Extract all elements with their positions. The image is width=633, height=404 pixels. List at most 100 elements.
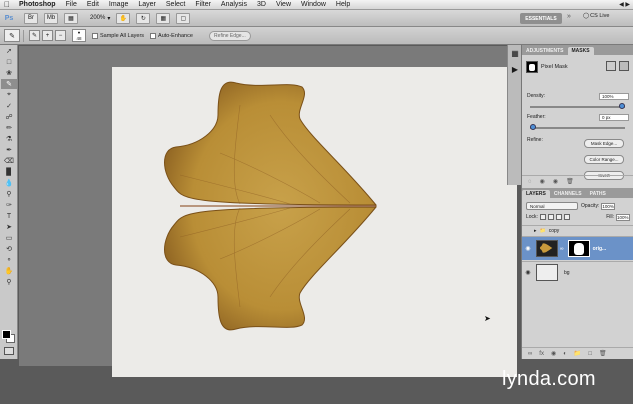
menu-layer[interactable]: Layer (133, 0, 161, 10)
gradient-tool-icon[interactable]: ▉ (1, 167, 17, 177)
color-range-button[interactable]: Color Range... (584, 155, 624, 164)
apple-icon[interactable]:  (0, 0, 14, 10)
sample-all-layers-checkbox[interactable]: Sample All Layers (92, 32, 144, 39)
bridge-button[interactable]: Br (24, 12, 38, 24)
density-slider[interactable] (530, 103, 625, 109)
chain-link-icon[interactable]: ∞ (560, 246, 564, 252)
trash-icon[interactable]: 🗑 (566, 178, 574, 185)
add-mask-icon[interactable]: ◉ (551, 350, 556, 357)
type-tool-icon[interactable]: T (1, 211, 17, 221)
load-selection-icon[interactable]: ◌ (528, 179, 532, 185)
eyedropper-tool-icon[interactable]: ✓ (1, 101, 17, 111)
menu-analysis[interactable]: Analysis (216, 0, 252, 10)
density-field[interactable]: 100% (599, 92, 629, 100)
subtract-from-selection-mode-button[interactable]: − (55, 30, 66, 41)
apply-mask-icon[interactable]: ◉ (540, 178, 545, 185)
brush-picker[interactable]: ● 48 (72, 29, 86, 42)
quick-mask-icon[interactable] (4, 347, 14, 355)
eye-icon[interactable]: ◉ (522, 269, 534, 276)
zoom-level-select[interactable]: 200% ▾ (90, 15, 110, 22)
hand-tool-icon[interactable]: ✋ (1, 266, 17, 276)
brush-tool-icon[interactable]: ✏ (1, 123, 17, 133)
history-brush-tool-icon[interactable]: ✒ (1, 145, 17, 155)
3d-orbit-tool-icon[interactable]: ⚬ (1, 255, 17, 265)
eraser-tool-icon[interactable]: ⌫ (1, 156, 17, 166)
eye-icon[interactable]: ◉ (522, 245, 534, 252)
menu-image[interactable]: Image (104, 0, 133, 10)
select-pixel-mask-button[interactable] (606, 61, 616, 71)
history-panel-icon[interactable]: ▦ (509, 49, 521, 61)
trash-icon[interactable]: 🗑 (599, 350, 607, 357)
divider (23, 29, 24, 42)
layer-mask-thumbnail[interactable] (567, 240, 590, 257)
blur-tool-icon[interactable]: 💧 (1, 178, 17, 188)
density-slider-knob[interactable] (619, 103, 625, 109)
actions-panel-icon[interactable]: ▶ (509, 65, 521, 77)
blend-mode-select[interactable]: Normal (526, 202, 578, 210)
arrange-documents-button[interactable]: ▦ (156, 12, 171, 24)
disclosure-triangle-icon[interactable]: ▸ (534, 228, 537, 234)
tab-layers[interactable]: LAYERS (522, 190, 550, 198)
refine-edge-button[interactable]: Refine Edge... (208, 30, 251, 41)
clone-stamp-tool-icon[interactable]: ⚗ (1, 134, 17, 144)
zoom-tool-icon[interactable]: ⚲ (1, 277, 17, 287)
feather-slider[interactable] (530, 124, 625, 130)
menu-filter[interactable]: Filter (190, 0, 216, 10)
path-selection-tool-icon[interactable]: ➤ (1, 222, 17, 232)
link-layers-icon[interactable]: ∞ (528, 351, 532, 357)
minibridge-button[interactable]: Mb (44, 12, 58, 24)
menu-app-name[interactable]: Photoshop (14, 0, 61, 10)
feather-field[interactable]: 0 px (599, 113, 629, 121)
quick-selection-tool-icon[interactable]: ✎ (1, 79, 17, 89)
lock-position-icon[interactable] (555, 214, 562, 220)
pen-tool-icon[interactable]: ✑ (1, 200, 17, 210)
menu-view[interactable]: View (271, 0, 296, 10)
lasso-tool-icon[interactable]: ❀ (1, 68, 17, 78)
select-vector-mask-button[interactable] (619, 61, 629, 71)
fill-field[interactable]: 100% (616, 213, 630, 221)
rotate-view-button[interactable]: ↻ (136, 12, 151, 24)
adjustment-layer-icon[interactable]: ◐ (563, 351, 567, 357)
lock-all-icon[interactable] (563, 214, 570, 220)
layer-group-copy[interactable]: ▸ 📁 copy (522, 225, 633, 235)
lock-image-icon[interactable] (547, 214, 554, 220)
move-tool-icon[interactable]: ➚ (1, 46, 17, 56)
layer-bg[interactable]: ◉ bg (522, 261, 633, 283)
more-workspaces-icon[interactable]: » (567, 13, 571, 20)
layer-original[interactable]: ◉ ∞ orig... (522, 236, 633, 260)
3d-rotate-tool-icon[interactable]: ⟲ (1, 244, 17, 254)
new-group-icon[interactable]: 📁 (574, 350, 581, 357)
tab-adjustments[interactable]: ADJUSTMENTS (522, 47, 568, 55)
auto-enhance-checkbox[interactable]: Auto-Enhance (150, 32, 193, 39)
lock-transparent-icon[interactable] (539, 214, 546, 220)
menu-file[interactable]: File (61, 0, 82, 10)
menu-select[interactable]: Select (161, 0, 190, 10)
workspace-essentials-button[interactable]: ESSENTIALS (520, 13, 562, 24)
menu-3d[interactable]: 3D (252, 0, 271, 10)
menu-window[interactable]: Window (296, 0, 331, 10)
crop-tool-icon[interactable]: ⌖ (1, 90, 17, 100)
tab-masks[interactable]: MASKS (567, 47, 594, 55)
visibility-icon[interactable]: ◉ (553, 178, 558, 185)
opacity-field[interactable]: 100% (601, 202, 616, 210)
tab-paths[interactable]: PATHS (586, 190, 610, 198)
marquee-tool-icon[interactable]: □ (1, 57, 17, 67)
hand-tool-button[interactable]: ✋ (116, 12, 131, 24)
add-to-selection-mode-button[interactable]: + (42, 30, 53, 41)
tab-channels[interactable]: CHANNELS (550, 190, 586, 198)
menu-help[interactable]: Help (331, 0, 355, 10)
mask-edge-button[interactable]: Mask Edge... (584, 139, 624, 148)
view-extras-button[interactable]: ▦ (64, 12, 78, 24)
foreground-color-swatch[interactable] (2, 330, 11, 339)
shape-tool-icon[interactable]: ▭ (1, 233, 17, 243)
cs-live-button[interactable]: ◯ CS Live (583, 13, 609, 19)
screen-mode-button[interactable]: ▢ (176, 12, 191, 24)
dodge-tool-icon[interactable]: ⚲ (1, 189, 17, 199)
new-selection-mode-button[interactable]: ✎ (29, 30, 40, 41)
feather-slider-knob[interactable] (530, 124, 536, 130)
healing-brush-tool-icon[interactable]: ☍ (1, 112, 17, 122)
menu-edit[interactable]: Edit (82, 0, 104, 10)
quick-selection-tool-preset[interactable]: ✎ (4, 29, 20, 42)
new-layer-icon[interactable]: □ (588, 351, 592, 357)
layer-style-icon[interactable]: fx (539, 351, 544, 357)
